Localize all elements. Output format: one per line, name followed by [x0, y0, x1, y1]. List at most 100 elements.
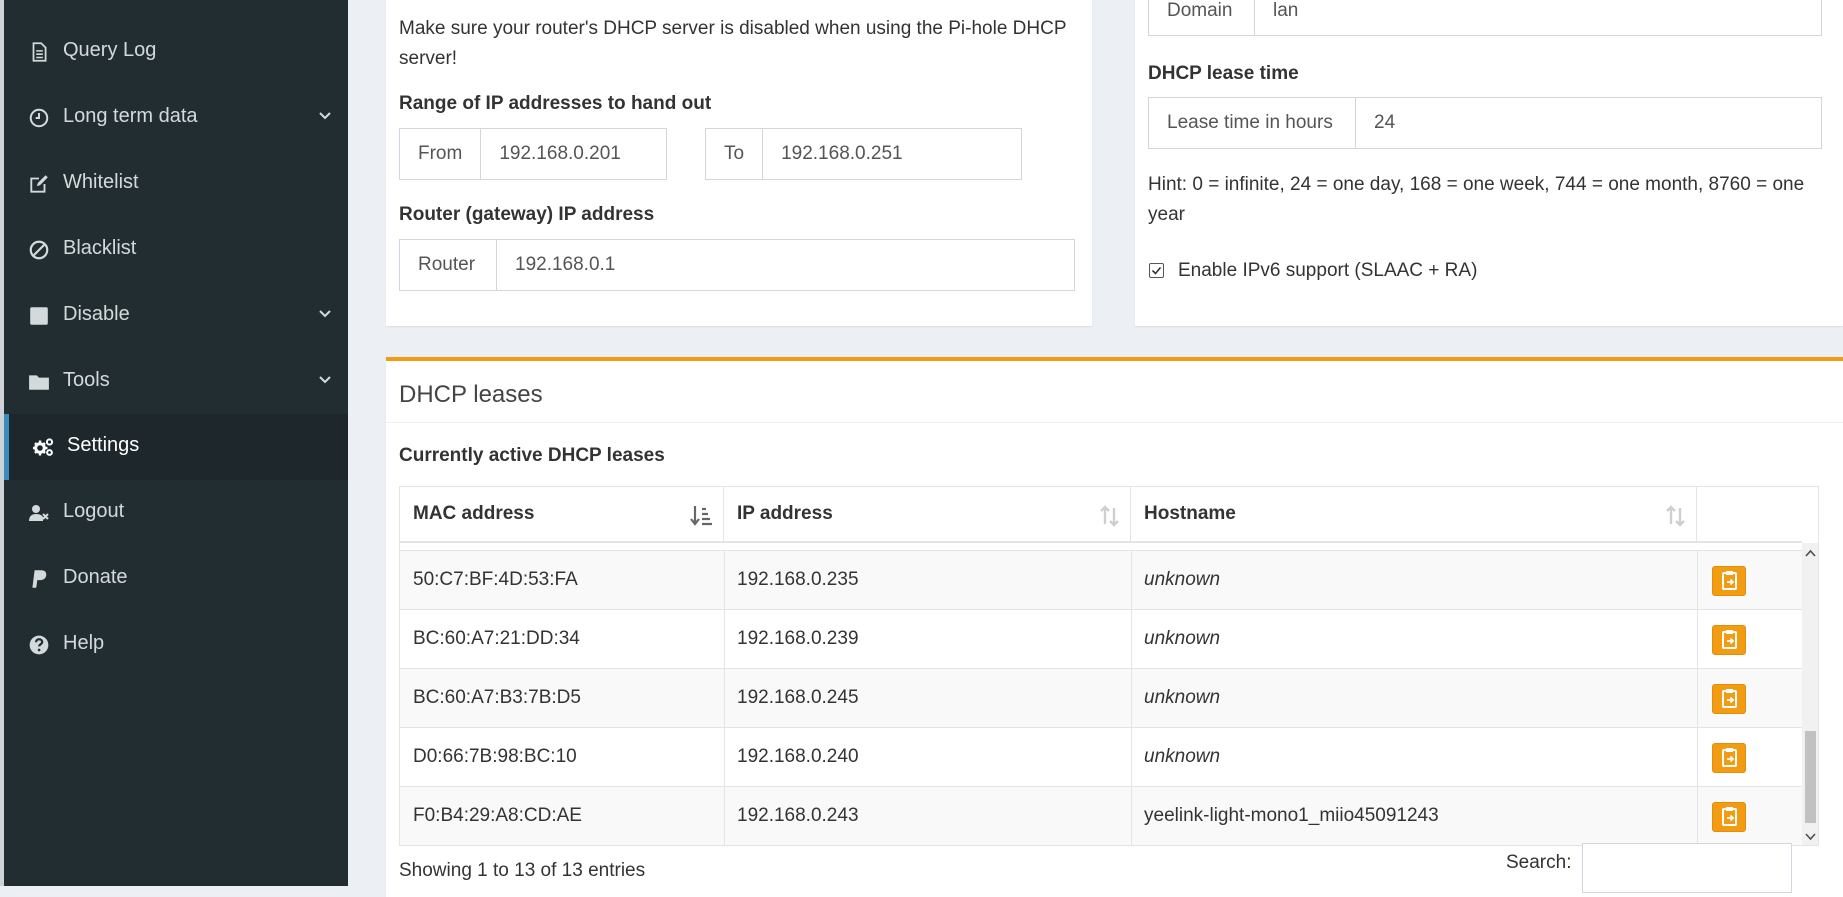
clipboard-icon [1722, 807, 1737, 826]
ip-cell: 192.168.0.240 [737, 746, 859, 767]
range-heading: Range of IP addresses to hand out [399, 93, 712, 114]
lease-time-heading: DHCP lease time [1148, 63, 1299, 84]
cell-divider [724, 610, 725, 669]
hostname-cell: yeelink-light-mono1_miio45091243 [1144, 805, 1439, 826]
edit-icon [30, 175, 48, 193]
question-circle-icon [29, 635, 49, 655]
from-addon: From [400, 129, 482, 179]
hostname-cell: unknown [1144, 569, 1221, 590]
to-ip-input[interactable] [763, 129, 1045, 179]
sidebar-item-label: Donate [63, 566, 128, 588]
clipboard-icon [1722, 630, 1737, 649]
sort-both-icon [1666, 505, 1685, 527]
main-content: Make sure your router's DHCP server is d… [348, 0, 1843, 897]
router-input-group: Router [399, 239, 1075, 291]
copy-to-static-lease-button[interactable] [1712, 684, 1746, 714]
cell-divider [1131, 669, 1132, 728]
cell-divider [724, 551, 725, 610]
sidebar-item-blacklist[interactable]: Blacklist [4, 217, 348, 283]
scroll-down-arrow-icon [1805, 833, 1816, 841]
hostname-cell: unknown [1144, 687, 1221, 708]
scrollbar-thumb[interactable] [1805, 731, 1816, 823]
copy-to-static-lease-button[interactable] [1712, 743, 1746, 773]
file-text-icon [32, 42, 47, 62]
cell-divider [724, 669, 725, 728]
ipv6-label: Enable IPv6 support (SLAAC + RA) [1178, 260, 1478, 281]
cell-divider [1697, 787, 1698, 845]
from-input-group: From [399, 128, 763, 180]
sidebar-item-tools[interactable]: Tools [4, 349, 348, 415]
clipboard-icon [1722, 571, 1737, 590]
check-icon [1151, 266, 1162, 275]
column-header-mac[interactable]: MAC address [400, 487, 724, 543]
cell-divider [1131, 787, 1132, 845]
cell-divider [1697, 669, 1698, 728]
column-header-ip[interactable]: IP address [724, 487, 1131, 543]
sidebar-item-disable[interactable]: Disable [4, 283, 348, 349]
ip-cell: 192.168.0.239 [737, 628, 859, 649]
copy-to-static-lease-button[interactable] [1712, 566, 1746, 596]
table-row: BC:60:A7:B3:7B:D5 192.168.0.245 unknown [400, 668, 1802, 728]
mac-cell: 50:C7:BF:4D:53:FA [413, 569, 578, 590]
sidebar-item-logout[interactable]: Logout [4, 480, 348, 546]
sidebar-item-donate[interactable]: Donate [4, 546, 348, 612]
mac-cell: D0:66:7B:98:BC:10 [413, 746, 577, 767]
sidebar-item-label: Long term data [63, 105, 198, 127]
cell-divider [724, 728, 725, 787]
cell-divider [1697, 610, 1698, 669]
table-scrollbar[interactable] [1802, 543, 1818, 845]
sidebar-item-label: Settings [67, 434, 140, 456]
dhcp-warning-line2: server! [399, 48, 458, 69]
domain-addon: Domain [1149, 0, 1255, 35]
to-addon: To [706, 129, 764, 179]
scroll-up-arrow-icon [1805, 549, 1816, 557]
sidebar-item-label: Tools [63, 369, 110, 391]
table-row: 50:C7:BF:4D:53:FA 192.168.0.235 unknown [400, 550, 1802, 610]
folder-icon [29, 375, 49, 390]
domain-input[interactable] [1255, 0, 1821, 35]
sort-asc-icon [690, 506, 712, 526]
search-label: Search: [1506, 852, 1572, 873]
copy-to-static-lease-button[interactable] [1712, 802, 1746, 832]
leases-title: DHCP leases [399, 381, 543, 408]
dhcp-advanced-box: Domain DHCP lease time Lease time in hou… [1135, 0, 1843, 326]
clipboard-icon [1722, 748, 1737, 767]
chevron-down-icon [319, 310, 331, 318]
router-ip-input[interactable] [497, 240, 1074, 290]
mac-cell: F0:B4:29:A8:CD:AE [413, 805, 582, 826]
router-heading: Router (gateway) IP address [399, 204, 655, 225]
sidebar-item-label: Logout [63, 500, 125, 522]
table-row: F0:B4:29:A8:CD:AE 192.168.0.243 yeelink-… [400, 786, 1802, 845]
cell-divider [1131, 728, 1132, 787]
sidebar-item-help[interactable]: Help [4, 612, 348, 678]
sidebar-item-label: Blacklist [63, 237, 137, 259]
ipv6-checkbox[interactable] [1149, 263, 1164, 278]
table-row: BC:60:A7:21:DD:34 192.168.0.239 unknown [400, 609, 1802, 669]
router-addon: Router [400, 240, 497, 290]
lease-time-input[interactable] [1356, 98, 1821, 148]
leases-subtitle: Currently active DHCP leases [399, 445, 665, 466]
dhcp-leases-box: DHCP leases Currently active DHCP leases… [386, 357, 1843, 897]
clipboard-icon [1722, 689, 1737, 708]
paypal-icon [32, 570, 47, 588]
sidebar-item-label: Query Log [63, 39, 157, 61]
sidebar-item-label: Whitelist [63, 171, 139, 193]
cell-divider [1697, 728, 1698, 787]
sidebar-item-whitelist[interactable]: Whitelist [4, 151, 348, 217]
hostname-cell: unknown [1144, 746, 1221, 767]
lease-hint-line2: year [1148, 204, 1185, 225]
gears-icon [33, 438, 54, 456]
copy-to-static-lease-button[interactable] [1712, 625, 1746, 655]
sidebar-item-settings[interactable]: Settings [4, 414, 348, 480]
cell-divider [724, 787, 725, 845]
sidebar-item-long-term-data[interactable]: Long term data [4, 85, 348, 151]
mac-cell: BC:60:A7:B3:7B:D5 [413, 687, 581, 708]
sidebar-item-query-log[interactable]: Query Log [4, 19, 348, 85]
sidebar: Query Log Long term data Whitelist Black… [4, 0, 348, 886]
to-input-group: To [705, 128, 1045, 180]
sidebar-item-label: Help [63, 632, 105, 654]
column-header-actions [1697, 487, 1802, 543]
stop-icon [30, 307, 48, 325]
column-header-hostname[interactable]: Hostname [1131, 487, 1697, 543]
ip-cell: 192.168.0.243 [737, 805, 859, 826]
